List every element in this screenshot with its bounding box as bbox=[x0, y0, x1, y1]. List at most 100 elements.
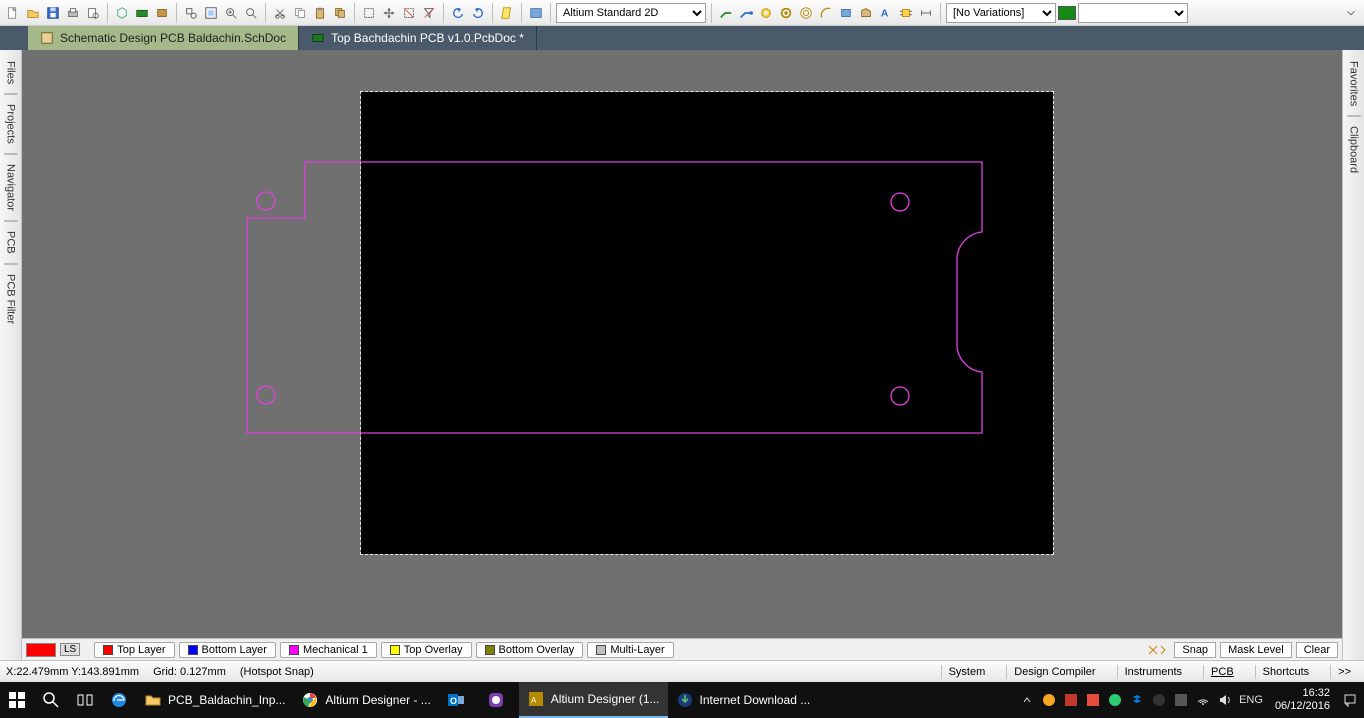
layer-tab-bottom[interactable]: Bottom Layer bbox=[179, 642, 276, 658]
layer-tab-multi[interactable]: Multi-Layer bbox=[587, 642, 673, 658]
panel-tab-clipboard[interactable]: Clipboard bbox=[1345, 119, 1363, 180]
document-tab-pcb[interactable]: Top Bachdachin PCB v1.0.PcbDoc * bbox=[299, 26, 537, 50]
task-item-chrome[interactable]: Altium Designer - ... bbox=[293, 682, 438, 718]
status-bar: X:22.479mm Y:143.891mm Grid: 0.127mm (Ho… bbox=[0, 660, 1364, 682]
clear-button[interactable]: Clear bbox=[1296, 642, 1338, 658]
panel-tab-pcb-filter[interactable]: PCB Filter bbox=[2, 267, 20, 331]
status-system-button[interactable]: System bbox=[941, 665, 993, 679]
pcb-doc-icon bbox=[311, 31, 325, 45]
copy-icon[interactable] bbox=[291, 4, 309, 22]
tray-language[interactable]: ENG bbox=[1239, 694, 1263, 706]
task-item-folder[interactable]: PCB_Baldachin_Inp... bbox=[136, 682, 293, 718]
right-panel-tabs: Favorites Clipboard bbox=[1342, 50, 1364, 660]
main-toolbar: Altium Standard 2D A [No Variations] bbox=[0, 0, 1364, 26]
tray-app-icon[interactable] bbox=[1085, 692, 1101, 708]
edge-button[interactable] bbox=[102, 682, 136, 718]
layer-tab-top-overlay[interactable]: Top Overlay bbox=[381, 642, 472, 658]
current-layer-swatch[interactable] bbox=[26, 643, 56, 657]
task-view-button[interactable] bbox=[68, 682, 102, 718]
tray-app-icon[interactable] bbox=[1107, 692, 1123, 708]
place-component-icon[interactable] bbox=[897, 4, 915, 22]
clear-filter-icon[interactable] bbox=[420, 4, 438, 22]
place-poly-icon[interactable] bbox=[857, 4, 875, 22]
status-design-compiler-button[interactable]: Design Compiler bbox=[1006, 665, 1102, 679]
tray-app-icon[interactable] bbox=[1173, 692, 1189, 708]
duplicate-icon[interactable] bbox=[331, 4, 349, 22]
task-item-idm[interactable]: Internet Download ... bbox=[668, 682, 819, 718]
tray-chevron-up-icon[interactable] bbox=[1019, 692, 1035, 708]
tray-app-icon[interactable] bbox=[1151, 692, 1167, 708]
save-icon[interactable] bbox=[44, 4, 62, 22]
zoom-selected-icon[interactable] bbox=[242, 4, 260, 22]
tray-volume-icon[interactable] bbox=[1217, 692, 1233, 708]
select-rect-icon[interactable] bbox=[360, 4, 378, 22]
place-string-icon[interactable]: A bbox=[877, 4, 895, 22]
interactive-route-icon[interactable] bbox=[737, 4, 755, 22]
route-track-icon[interactable] bbox=[717, 4, 735, 22]
task-item-outlook[interactable]: O bbox=[439, 682, 479, 718]
variation-color-swatch[interactable] bbox=[1058, 6, 1076, 20]
place-pad-icon[interactable] bbox=[757, 4, 775, 22]
toolbar-overflow-icon[interactable] bbox=[1342, 4, 1360, 22]
panel-tab-files[interactable]: Files bbox=[2, 54, 20, 91]
task-item-altium[interactable]: A Altium Designer (1... bbox=[519, 682, 668, 718]
print-icon[interactable] bbox=[64, 4, 82, 22]
board-icon[interactable] bbox=[153, 4, 171, 22]
place-arc-icon[interactable] bbox=[817, 4, 835, 22]
mask-level-button[interactable]: Mask Level bbox=[1220, 642, 1292, 658]
open-file-icon[interactable] bbox=[24, 4, 42, 22]
panel-tab-pcb[interactable]: PCB bbox=[2, 224, 20, 261]
status-more-button[interactable]: >> bbox=[1330, 665, 1358, 679]
place-fill-icon[interactable] bbox=[797, 4, 815, 22]
fit-document-icon[interactable] bbox=[202, 4, 220, 22]
layer-set-button[interactable]: LS bbox=[60, 643, 80, 656]
place-dimension-icon[interactable] bbox=[917, 4, 935, 22]
extra-combo[interactable] bbox=[1078, 3, 1188, 23]
status-instruments-button[interactable]: Instruments bbox=[1117, 665, 1189, 679]
undo-icon[interactable] bbox=[449, 4, 467, 22]
cut-icon[interactable] bbox=[271, 4, 289, 22]
layer-tab-top[interactable]: Top Layer bbox=[94, 642, 174, 658]
altium-content-icon[interactable] bbox=[527, 4, 545, 22]
paste-icon[interactable] bbox=[311, 4, 329, 22]
status-shortcuts-button[interactable]: Shortcuts bbox=[1255, 665, 1316, 679]
layer-tab-bottom-overlay[interactable]: Bottom Overlay bbox=[476, 642, 584, 658]
tray-dropbox-icon[interactable] bbox=[1129, 692, 1145, 708]
windows-logo-icon bbox=[8, 691, 26, 709]
print-preview-icon[interactable] bbox=[84, 4, 102, 22]
status-pcb-button[interactable]: PCB bbox=[1203, 665, 1241, 679]
panel-tab-projects[interactable]: Projects bbox=[2, 97, 20, 151]
place-rect-icon[interactable] bbox=[837, 4, 855, 22]
tray-notifications-icon[interactable] bbox=[1342, 692, 1358, 708]
layer-tab-mech1[interactable]: Mechanical 1 bbox=[280, 642, 377, 658]
search-button[interactable] bbox=[34, 682, 68, 718]
move-icon[interactable] bbox=[380, 4, 398, 22]
deselect-icon[interactable] bbox=[400, 4, 418, 22]
layer-nav-arrows-icon[interactable] bbox=[1144, 642, 1170, 658]
document-tab-schematic[interactable]: Schematic Design PCB Baldachin.SchDoc bbox=[28, 26, 299, 50]
variation-combo[interactable]: [No Variations] bbox=[946, 3, 1056, 23]
view-mode-combo[interactable]: Altium Standard 2D bbox=[556, 3, 706, 23]
zoom-area-icon[interactable] bbox=[182, 4, 200, 22]
panel-tab-favorites[interactable]: Favorites bbox=[1345, 54, 1363, 113]
tray-app-icon[interactable] bbox=[1063, 692, 1079, 708]
task-item-viber[interactable] bbox=[479, 682, 519, 718]
zoom-in-icon[interactable] bbox=[222, 4, 240, 22]
tray-app-icon[interactable] bbox=[1041, 692, 1057, 708]
pcb-3d-icon[interactable] bbox=[133, 4, 151, 22]
panel-tab-navigator[interactable]: Navigator bbox=[2, 157, 20, 218]
folder-icon bbox=[144, 691, 162, 709]
pcb-sheet bbox=[361, 92, 1053, 554]
browse-components-icon[interactable] bbox=[113, 4, 131, 22]
start-button[interactable] bbox=[0, 682, 34, 718]
tray-clock[interactable]: 16:32 06/12/2016 bbox=[1269, 687, 1336, 713]
schematic-doc-icon bbox=[40, 31, 54, 45]
snap-button[interactable]: Snap bbox=[1174, 642, 1216, 658]
task-item-label: PCB_Baldachin_Inp... bbox=[168, 693, 285, 707]
run-script-icon[interactable] bbox=[498, 4, 516, 22]
new-file-icon[interactable] bbox=[4, 4, 22, 22]
tray-wifi-icon[interactable] bbox=[1195, 692, 1211, 708]
place-via-icon[interactable] bbox=[777, 4, 795, 22]
pcb-canvas[interactable] bbox=[22, 50, 1342, 638]
redo-icon[interactable] bbox=[469, 4, 487, 22]
